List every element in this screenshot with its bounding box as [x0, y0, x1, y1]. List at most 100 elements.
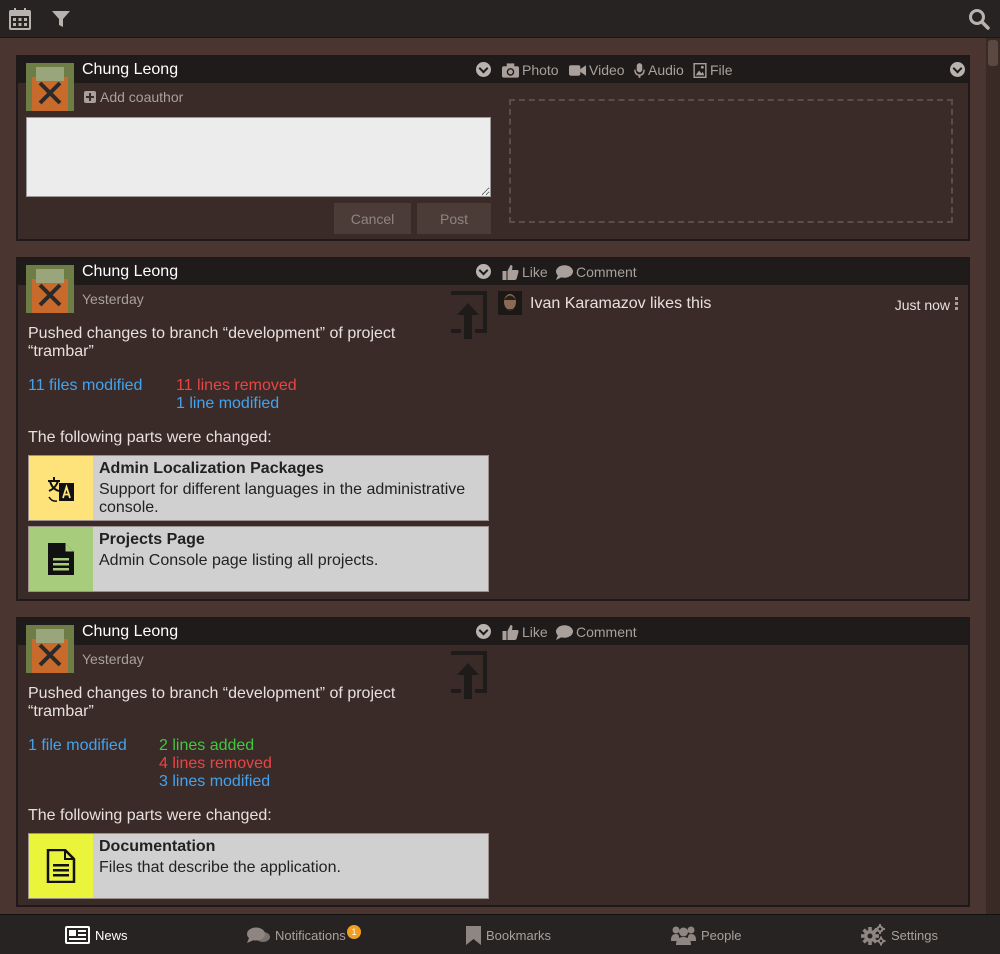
like-button[interactable]: Like	[502, 624, 548, 640]
post-button[interactable]: Post	[417, 203, 491, 234]
add-coauthor-label: Add coauthor	[100, 89, 184, 105]
calendar-icon[interactable]	[9, 8, 31, 30]
git-push-icon	[451, 291, 487, 339]
video-camera-icon	[569, 64, 586, 76]
media-dropzone[interactable]	[509, 99, 953, 223]
thumbs-up-icon	[502, 624, 519, 640]
image-file-icon	[693, 62, 707, 78]
files-modified-count: 1 file modified	[28, 737, 127, 754]
lines-modified-count: 1 line modified	[176, 395, 280, 412]
thumbs-up-icon	[502, 264, 519, 280]
avatar	[498, 291, 522, 315]
story-card: Chung Leong Like Comment Yesterday Pushe…	[16, 257, 970, 601]
lines-added-count: 2 lines added	[159, 737, 255, 754]
like-label: Like	[522, 624, 548, 640]
story-card: Chung Leong Like Comment Yesterday Pushe…	[16, 617, 970, 907]
parts-changed-label: The following parts were changed:	[28, 429, 272, 446]
component-icon-swatch	[29, 527, 93, 591]
nav-settings-label: Settings	[891, 927, 938, 943]
photo-label: Photo	[522, 62, 559, 78]
photo-button[interactable]: Photo	[502, 62, 559, 78]
like-label: Like	[522, 264, 548, 280]
component-description: Files that describe the application.	[99, 859, 341, 876]
git-push-icon	[451, 651, 487, 699]
comment-button[interactable]: Comment	[556, 624, 637, 640]
file-label: File	[710, 62, 733, 78]
bottom-navigation: News Notifications 1 Bookmarks People Se…	[0, 914, 1000, 954]
story-composer: Chung Leong Add coauthor Photo Video Aud…	[16, 55, 970, 241]
comment-button[interactable]: Comment	[556, 264, 637, 280]
component-title: Projects Page	[99, 531, 205, 548]
bookmark-icon	[466, 925, 481, 945]
speech-bubble-icon	[556, 264, 573, 280]
component-item[interactable]: Projects Page Admin Console page listing…	[28, 526, 489, 592]
scrollbar[interactable]	[986, 38, 1000, 914]
chat-bubbles-icon	[247, 927, 270, 943]
cancel-button[interactable]: Cancel	[334, 203, 411, 234]
component-icon-swatch	[29, 834, 93, 898]
story-message: Pushed changes to branch “development” o…	[28, 325, 396, 360]
story-date: Yesterday	[82, 651, 144, 667]
scrollbar-thumb[interactable]	[988, 40, 998, 66]
filter-icon[interactable]	[50, 8, 72, 30]
camera-icon	[502, 62, 519, 78]
author-name[interactable]: Chung Leong	[82, 61, 178, 79]
reaction-item: Ivan Karamazov likes this Just now	[498, 291, 962, 317]
document-icon	[48, 543, 74, 575]
nav-notifications-label: Notifications	[275, 927, 346, 943]
video-label: Video	[589, 62, 625, 78]
author-name[interactable]: Chung Leong	[82, 623, 178, 641]
plus-icon	[84, 91, 96, 103]
comment-label: Comment	[576, 624, 637, 640]
audio-button[interactable]: Audio	[634, 62, 684, 78]
reaction-time: Just now	[894, 297, 950, 313]
chevron-down-icon[interactable]	[476, 264, 491, 279]
nav-settings[interactable]: Settings	[861, 915, 938, 954]
microphone-icon	[634, 62, 645, 78]
nav-news-label: News	[95, 927, 128, 943]
nav-news[interactable]: News	[65, 915, 128, 954]
gears-icon	[861, 924, 886, 946]
top-toolbar	[0, 0, 1000, 38]
newspaper-icon	[65, 926, 90, 944]
component-icon-swatch	[29, 456, 93, 520]
story-date: Yesterday	[82, 291, 144, 307]
video-button[interactable]: Video	[569, 62, 625, 78]
comment-label: Comment	[576, 264, 637, 280]
parts-changed-label: The following parts were changed:	[28, 807, 272, 824]
text-document-icon	[46, 849, 76, 883]
audio-label: Audio	[648, 62, 684, 78]
lines-modified-count: 3 lines modified	[159, 773, 271, 790]
speech-bubble-icon	[556, 624, 573, 640]
avatar	[26, 265, 74, 313]
component-description: Support for different languages in the a…	[99, 481, 466, 516]
nav-bookmarks-label: Bookmarks	[486, 927, 552, 943]
nav-bookmarks[interactable]: Bookmarks	[466, 915, 551, 954]
like-button[interactable]: Like	[502, 264, 548, 280]
file-button[interactable]: File	[693, 62, 733, 78]
people-icon	[671, 926, 696, 945]
component-item[interactable]: Documentation Files that describe the ap…	[28, 833, 489, 899]
more-options-icon[interactable]	[955, 297, 958, 311]
chevron-down-icon[interactable]	[476, 62, 491, 77]
component-title: Admin Localization Packages	[99, 460, 324, 477]
search-icon[interactable]	[968, 8, 990, 30]
component-title: Documentation	[99, 838, 216, 855]
notification-count-badge: 1	[347, 925, 361, 939]
avatar	[26, 625, 74, 673]
story-message: Pushed changes to branch “development” o…	[28, 685, 396, 720]
component-item[interactable]: Admin Localization Packages Support for …	[28, 455, 489, 521]
files-modified-count: 11 files modified	[28, 377, 143, 394]
add-coauthor-button[interactable]: Add coauthor	[84, 89, 183, 105]
reaction-text: Ivan Karamazov likes this	[530, 295, 712, 312]
component-description: Admin Console page listing all projects.	[99, 552, 379, 569]
author-name[interactable]: Chung Leong	[82, 263, 178, 281]
chevron-down-icon[interactable]	[476, 624, 491, 639]
chevron-down-icon[interactable]	[950, 62, 965, 77]
nav-people[interactable]: People	[671, 915, 741, 954]
lines-removed-count: 11 lines removed	[176, 377, 297, 394]
story-text-input[interactable]	[26, 117, 491, 197]
nav-people-label: People	[701, 927, 742, 943]
avatar	[26, 63, 74, 111]
nav-notifications[interactable]: Notifications	[247, 915, 346, 954]
